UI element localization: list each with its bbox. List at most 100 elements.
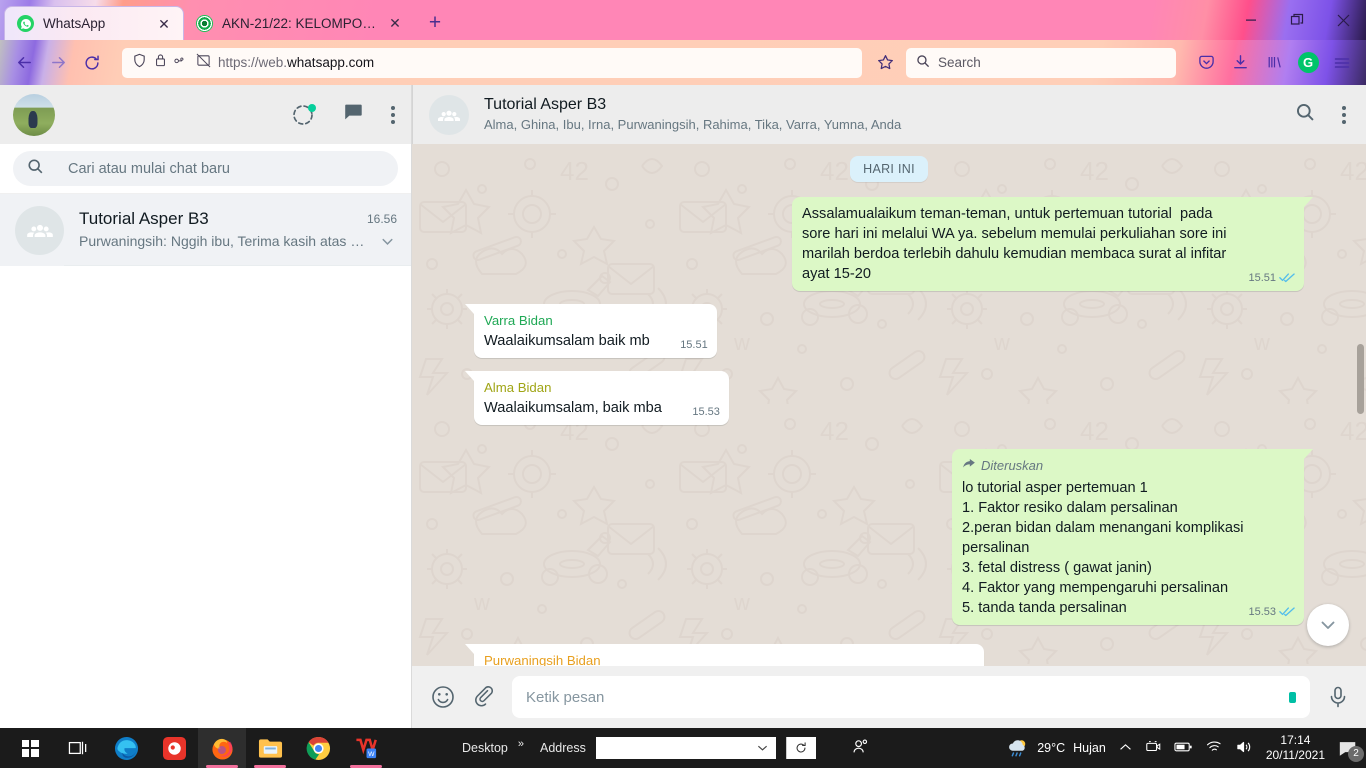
menu-icon[interactable] [1342, 105, 1346, 124]
sidebar-header-icons [291, 101, 395, 128]
pocket-icon[interactable] [1190, 47, 1222, 79]
address-toolbar-input[interactable] [595, 737, 776, 759]
file-explorer-icon[interactable] [246, 728, 294, 768]
reader-mode-icon[interactable] [196, 53, 211, 73]
browser-tab-title: WhatsApp [43, 16, 106, 31]
address-bar[interactable]: https://web.whatsapp.com [122, 47, 862, 78]
windows-taskbar: W Desktop » Address 29°C Hujan 17:14 20/… [0, 728, 1366, 768]
browser-tab-whatsapp[interactable]: WhatsApp ✕ [4, 6, 184, 40]
scroll-to-bottom-icon[interactable] [1307, 604, 1349, 646]
notification-icon[interactable]: 2 [1338, 740, 1364, 762]
group-avatar-icon[interactable] [429, 94, 469, 135]
search-placeholder: Cari atau mulai chat baru [68, 160, 230, 177]
weather-condition: Hujan [1073, 741, 1106, 755]
chat-header[interactable]: Tutorial Asper B3 Alma, Ghina, Ibu, Irna… [412, 85, 1366, 144]
gom-player-icon[interactable] [150, 728, 198, 768]
system-tray: 29°C Hujan 17:14 20/11/2021 2 [1007, 733, 1366, 763]
message-time: 15.53 [1248, 605, 1276, 618]
message-bubble-incoming-quoted[interactable]: Purwaningsih Bidan Anda Assalamualaikum … [465, 644, 984, 666]
message-bubble-incoming[interactable]: Varra Bidan Waalaikumsalam baik mb 15.51 [465, 304, 717, 358]
wifi-icon[interactable] [1206, 740, 1223, 756]
bookmark-star-icon[interactable] [870, 48, 900, 78]
message-meta: 15.51 [484, 337, 708, 352]
firefox-icon[interactable] [198, 728, 246, 768]
chevron-up-icon[interactable] [1119, 741, 1132, 755]
clock[interactable]: 17:14 20/11/2021 [1266, 733, 1325, 763]
search-icon [916, 54, 930, 71]
search-input[interactable]: Cari atau mulai chat baru [13, 151, 398, 186]
toolbar-overflow-icon[interactable]: » [518, 738, 524, 750]
new-chat-icon[interactable] [342, 101, 364, 128]
emoji-icon[interactable] [430, 684, 456, 710]
downloads-icon[interactable] [1224, 47, 1256, 79]
message-time: 15.51 [1248, 271, 1276, 284]
status-icon[interactable] [291, 103, 316, 127]
browser-tab-strip: WhatsApp ✕ AKN-21/22: KELOMPOK B3 ✕ + [0, 0, 1366, 40]
toolbar-search-box[interactable]: Search [906, 47, 1176, 78]
minimize-icon[interactable] [1228, 0, 1274, 40]
app-menu-icon[interactable] [1326, 47, 1358, 79]
battery-icon[interactable] [1174, 741, 1193, 756]
desktop-toolbar-label[interactable]: Desktop [462, 741, 508, 755]
close-icon[interactable] [1320, 0, 1366, 40]
reload-icon[interactable] [76, 47, 108, 79]
close-icon[interactable]: ✕ [386, 14, 404, 32]
message-scrollbar[interactable] [1357, 344, 1364, 414]
url-text: https://web.whatsapp.com [218, 55, 375, 70]
user-avatar[interactable] [13, 93, 55, 136]
chat-preview: Purwaningsih: Nggih ibu, Terima kasih at… [79, 233, 372, 249]
chat-header-icons [1295, 102, 1346, 128]
svg-text:W: W [368, 751, 375, 758]
clock-date: 20/11/2021 [1265, 748, 1325, 762]
read-receipt-icon [1279, 606, 1295, 617]
list-item[interactable]: Tutorial Asper B3 16.56 Purwaningsih: Ng… [0, 194, 411, 266]
chrome-icon[interactable] [294, 728, 342, 768]
chevron-down-icon[interactable] [378, 232, 397, 251]
message-meta: 15.53 [484, 404, 720, 419]
forwarded-label: Diteruskan [981, 458, 1044, 473]
day-divider-row: HARI INI [474, 156, 1304, 182]
new-tab-button[interactable]: + [420, 8, 450, 38]
message-sender: Purwaningsih Bidan [484, 653, 601, 666]
message-bubble-outgoing[interactable]: Assalamualaikum teman-teman, untuk perte… [792, 197, 1313, 291]
message-meta: 15.51 [802, 270, 1295, 285]
back-arrow-icon[interactable] [8, 47, 40, 79]
page-title: Tutorial Asper B3 [484, 96, 607, 113]
people-icon[interactable] [852, 738, 869, 758]
forward-arrow-icon [962, 456, 976, 476]
library-icon[interactable] [1258, 47, 1290, 79]
rain-cloud-icon [1009, 740, 1026, 757]
message-time: 15.51 [680, 338, 708, 351]
start-icon[interactable] [6, 728, 54, 768]
browser-tab-akn[interactable]: AKN-21/22: KELOMPOK B3 ✕ [184, 6, 414, 40]
message-bubble-outgoing-forwarded[interactable]: Diteruskan lo tutorial asper pertemuan 1… [952, 449, 1313, 625]
close-icon[interactable]: ✕ [155, 15, 173, 33]
onedrive-icon[interactable] [1145, 739, 1161, 757]
chevron-down-icon[interactable] [757, 744, 768, 752]
sidebar-header [0, 85, 411, 144]
weather-widget[interactable]: 29°C Hujan [1007, 738, 1106, 758]
edge-icon[interactable] [102, 728, 150, 768]
refresh-icon[interactable] [785, 737, 816, 759]
chat-name: Tutorial Asper B3 [79, 208, 209, 228]
wps-office-icon[interactable]: W [342, 728, 390, 768]
message-row: Varra Bidan Waalaikumsalam baik mb 15.51 [465, 304, 1304, 358]
windows-logo-icon [21, 739, 39, 757]
tracking-protection-icon[interactable] [174, 54, 189, 72]
message-bubble-incoming[interactable]: Alma Bidan Waalaikumsalam, baik mba 15.5… [465, 371, 729, 425]
shield-icon[interactable] [132, 53, 147, 73]
search-icon[interactable] [1295, 102, 1316, 128]
maximize-icon[interactable] [1274, 0, 1320, 40]
forward-arrow-icon[interactable] [42, 47, 74, 79]
mic-icon[interactable] [1326, 685, 1350, 709]
grammarly-icon[interactable]: G [1292, 47, 1324, 79]
message-input[interactable]: Ketik pesan [512, 676, 1310, 718]
volume-icon[interactable] [1236, 740, 1253, 757]
lock-icon[interactable] [154, 53, 167, 72]
browser-toolbar: https://web.whatsapp.com Search G [0, 40, 1366, 85]
list-item-bottom-row: Purwaningsih: Nggih ibu, Terima kasih at… [79, 232, 397, 251]
attach-icon[interactable] [472, 685, 496, 709]
chat-list: Tutorial Asper B3 16.56 Purwaningsih: Ng… [0, 194, 411, 728]
task-view-icon[interactable] [54, 728, 102, 768]
menu-icon[interactable] [391, 105, 395, 124]
